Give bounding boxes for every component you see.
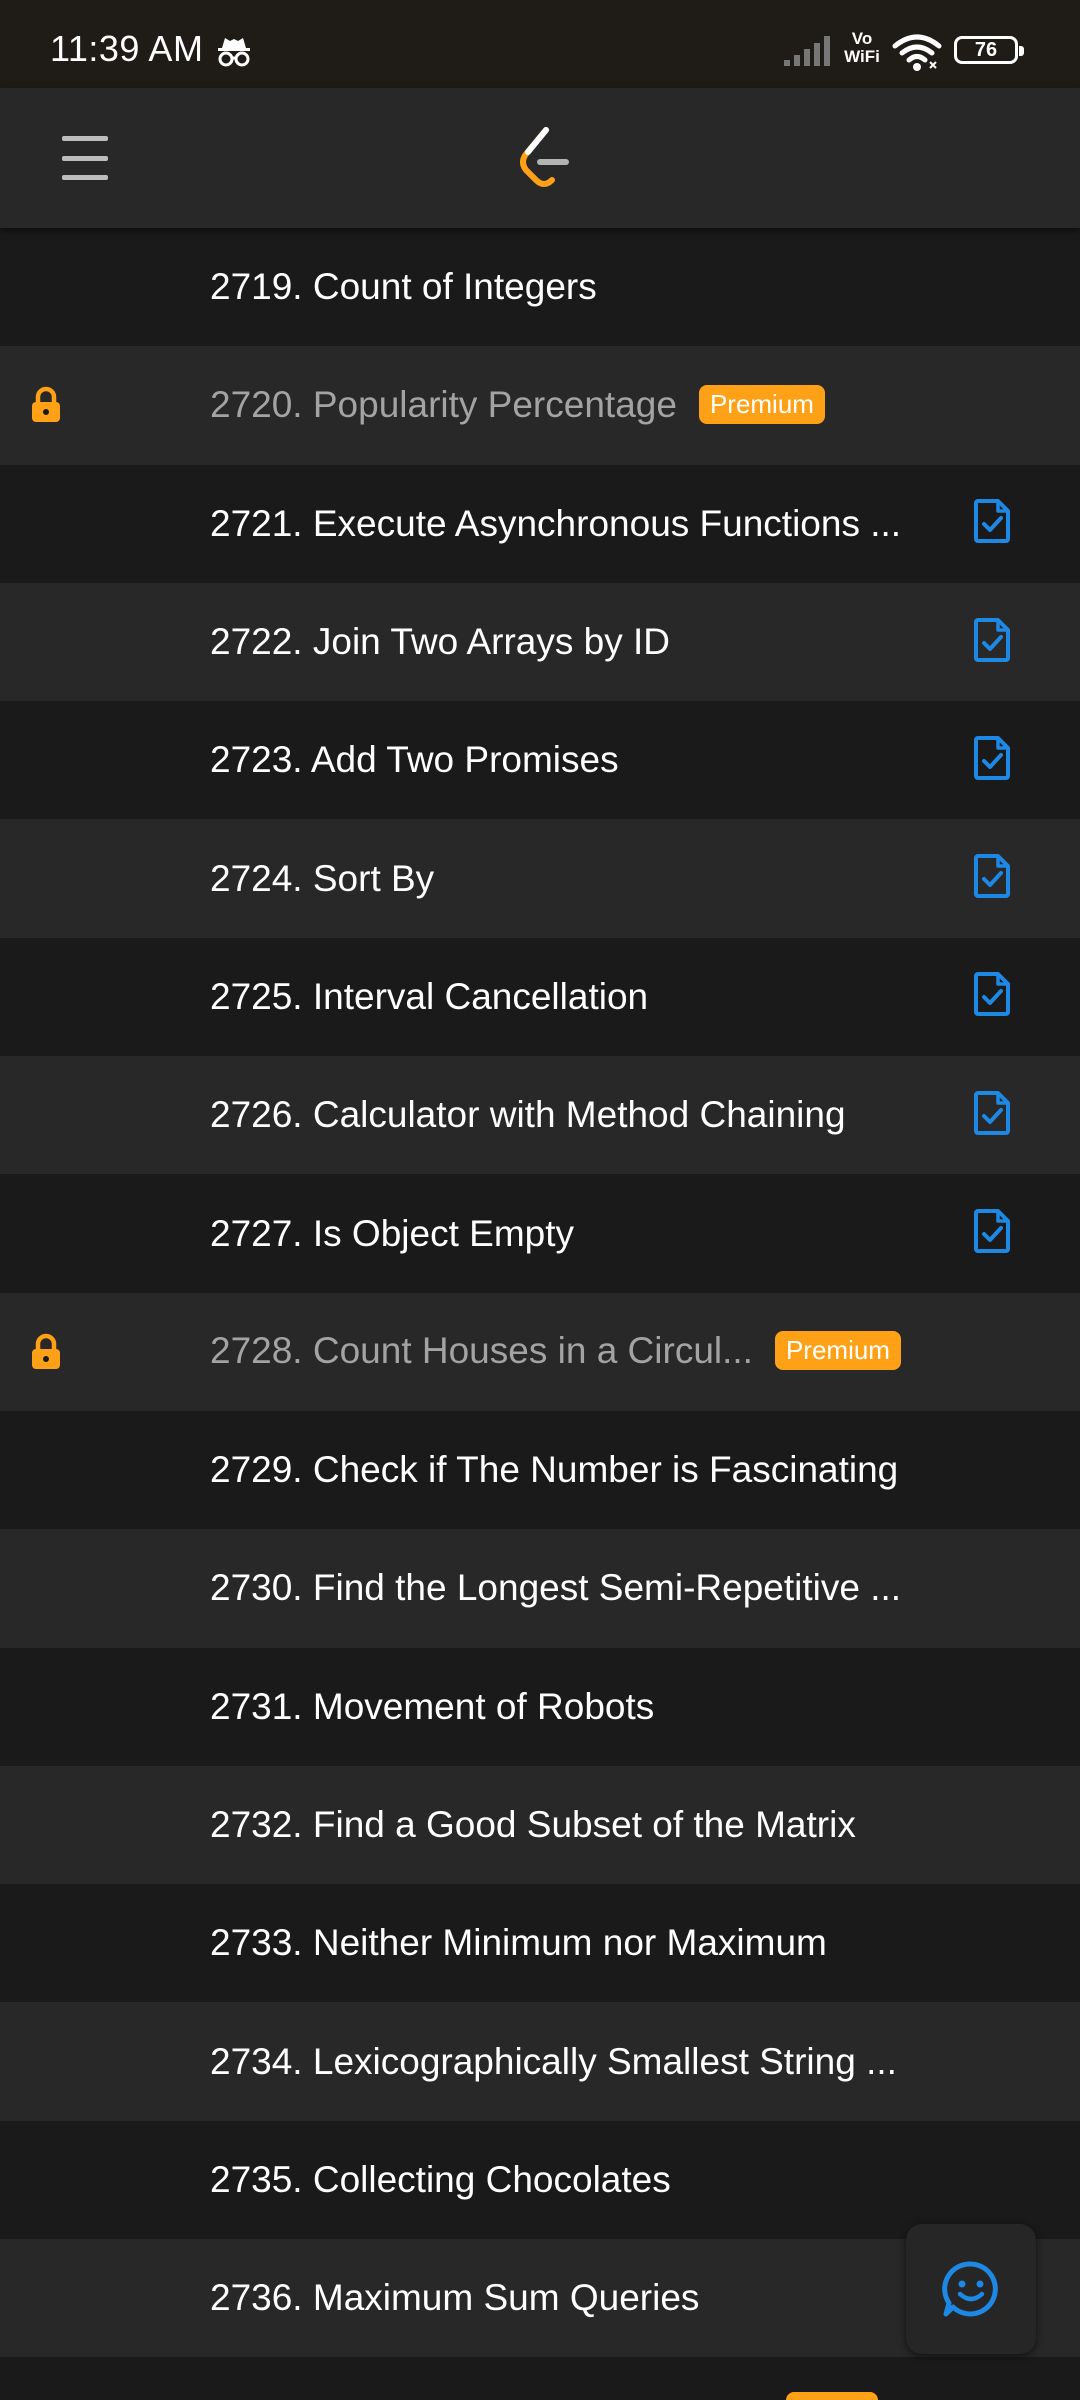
problem-row[interactable]: 2735. Collecting Chocolates xyxy=(0,2120,1080,2240)
problem-row[interactable]: 2721. Execute Asynchronous Functions ... xyxy=(0,464,1080,583)
problem-title: 2734. Lexicographically Smallest String … xyxy=(210,2040,897,2082)
problem-title: 2727. Is Object Empty xyxy=(210,1212,575,1254)
problem-title: 2720. Popularity Percentage Premium xyxy=(210,384,825,427)
problem-row[interactable]: 2724. Sort By xyxy=(0,819,1080,938)
signal-strength-icon xyxy=(784,36,830,66)
problem-row[interactable]: 2728. Count Houses in a Circul... Premium xyxy=(0,1292,1080,1411)
vowifi-bottom-label: WiFi xyxy=(844,47,880,66)
status-time: 11:39 AM xyxy=(50,28,204,69)
problem-title: 2731. Movement of Robots xyxy=(210,1685,655,1727)
hamburger-menu-icon[interactable] xyxy=(62,136,108,180)
solution-icon[interactable] xyxy=(972,1207,1012,1260)
problem-title: 2721. Execute Asynchronous Functions ... xyxy=(210,502,902,544)
solution-icon[interactable] xyxy=(972,852,1012,905)
lock-icon xyxy=(26,1332,66,1377)
battery-level: 76 xyxy=(974,38,998,61)
problem-title: 2724. Sort By xyxy=(210,857,435,899)
problem-row[interactable]: 2732. Find a Good Subset of the Matrix xyxy=(0,1765,1080,1885)
problem-title: 2722. Join Two Arrays by ID xyxy=(210,621,670,663)
problem-title: 2735. Collecting Chocolates xyxy=(210,2158,671,2200)
problem-list: 2719. Count of Integers 2720. Popularity … xyxy=(0,228,1080,2358)
premium-badge: Premium xyxy=(774,1331,901,1371)
problem-title: 2719. Count of Integers xyxy=(210,266,597,308)
problem-title: 2732. Find a Good Subset of the Matrix xyxy=(210,1804,856,1845)
problem-title: 2729. Check if The Number is Fascinating xyxy=(210,1449,899,1491)
feedback-button[interactable] xyxy=(906,2224,1036,2354)
solution-icon[interactable] xyxy=(972,1089,1012,1142)
problem-row[interactable]: 2734. Lexicographically Smallest String … xyxy=(0,2002,1080,2121)
problem-row[interactable]: 2729. Check if The Number is Fascinating xyxy=(0,1410,1080,1530)
solution-icon[interactable] xyxy=(972,734,1012,787)
premium-badge-peek xyxy=(786,2392,878,2400)
problem-row[interactable]: 2726. Calculator with Method Chaining xyxy=(0,1056,1080,1175)
vowifi-indicator: Vo WiFi xyxy=(840,30,884,66)
problem-row[interactable]: 2730. Find the Longest Semi-Repetitive .… xyxy=(0,1529,1080,1648)
status-bar: 11:39 AM Vo WiFi 76 xyxy=(0,0,1080,88)
smiley-chat-icon xyxy=(942,2261,998,2317)
problem-title: 2725. Interval Cancellation xyxy=(210,975,649,1017)
problem-title: 2728. Count Houses in a Circul... Premium xyxy=(210,1330,901,1373)
battery-icon: 76 xyxy=(954,36,1024,64)
problem-row[interactable]: 2725. Interval Cancellation xyxy=(0,937,1080,1057)
vowifi-top-label: Vo xyxy=(851,29,873,48)
leetcode-logo-icon[interactable] xyxy=(516,126,572,190)
app-header xyxy=(0,88,1080,228)
lock-icon xyxy=(26,385,66,430)
solution-icon[interactable] xyxy=(972,616,1012,669)
solution-icon[interactable] xyxy=(972,970,1012,1023)
solution-icon[interactable] xyxy=(972,497,1012,550)
incognito-icon xyxy=(218,38,250,67)
problem-title: 2723. Add Two Promises xyxy=(210,739,619,781)
problem-row[interactable]: 2722. Join Two Arrays by ID xyxy=(0,582,1080,702)
problem-row[interactable]: 2733. Neither Minimum nor Maximum xyxy=(0,1884,1080,2003)
wifi-icon xyxy=(892,34,942,71)
premium-badge: Premium xyxy=(698,384,825,424)
problem-row[interactable]: 2731. Movement of Robots xyxy=(0,1647,1080,1766)
problem-row[interactable]: 2723. Add Two Promises xyxy=(0,701,1080,820)
problem-row[interactable]: 2727. Is Object Empty xyxy=(0,1174,1080,1293)
problem-row[interactable]: 2719. Count of Integers xyxy=(0,228,1080,347)
problem-title: 2726. Calculator with Method Chaining xyxy=(210,1094,846,1136)
problem-title: 2736. Maximum Sum Queries xyxy=(210,2277,700,2319)
problem-title: 2730. Find the Longest Semi-Repetitive .… xyxy=(210,1567,902,1609)
problem-row[interactable]: 2720. Popularity Percentage Premium xyxy=(0,346,1080,465)
problem-title: 2733. Neither Minimum nor Maximum xyxy=(210,1922,827,1964)
